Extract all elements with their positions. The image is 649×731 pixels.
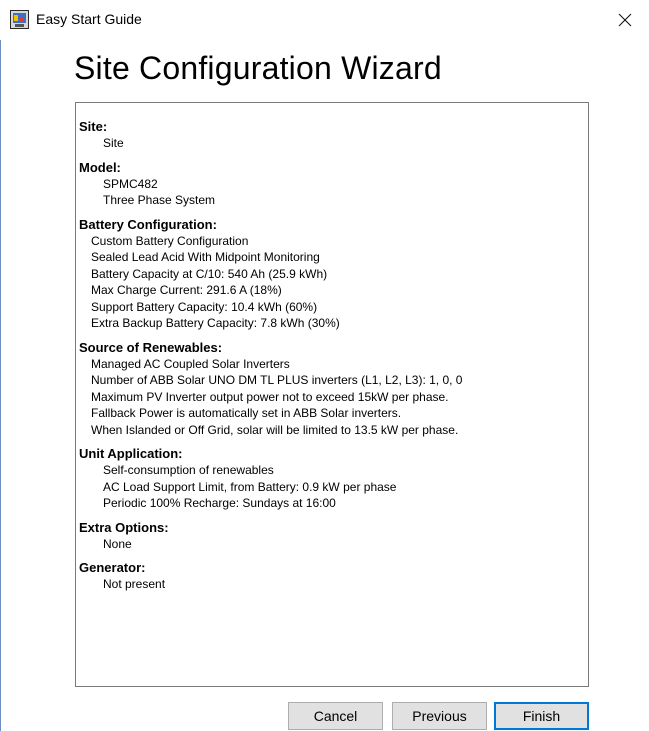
section-line: Self-consumption of renewables (103, 463, 274, 477)
close-icon (618, 13, 632, 27)
section-line: Three Phase System (103, 193, 216, 207)
section-title: Battery Configuration: (79, 216, 217, 232)
configuration-summary: Site: Site Model: SPMC482 Three Phase Sy… (75, 102, 589, 687)
section-battery: Battery Configuration: Custom Battery Co… (79, 217, 588, 332)
section-line: SPMC482 (103, 176, 158, 191)
section-line: Fallback Power is automatically set in A… (91, 406, 402, 420)
section-unit-application: Unit Application: Self-consumption of re… (79, 446, 588, 512)
section-title: Site: (79, 119, 108, 134)
page-title: Site Configuration Wizard (74, 50, 442, 86)
section-line: Battery Capacity at C/10: 540 Ah (25.9 k… (91, 266, 328, 281)
previous-button[interactable]: Previous (392, 702, 487, 730)
section-line: None (103, 536, 132, 551)
section-line: Max Charge Current: 291.6 A (18%) (91, 283, 282, 297)
section-title: Unit Application: (79, 446, 183, 461)
section-title: Generator: (79, 560, 146, 575)
section-line: Not present (103, 577, 166, 591)
section-extra-options: Extra Options: None (79, 520, 588, 553)
section-title: Extra Options: (79, 519, 169, 535)
section-line: Maximum PV Inverter output power not to … (91, 389, 449, 404)
close-button[interactable] (605, 4, 645, 36)
finish-button[interactable]: Finish (494, 702, 589, 730)
section-line: Managed AC Coupled Solar Inverters (91, 356, 290, 371)
title-bar: Easy Start Guide (0, 0, 649, 40)
section-line: When Islanded or Off Grid, solar will be… (91, 422, 459, 437)
section-model: Model: SPMC482 Three Phase System (79, 160, 588, 209)
section-line: Support Battery Capacity: 10.4 kWh (60%) (91, 299, 318, 314)
section-renewables: Source of Renewables: Managed AC Coupled… (79, 340, 588, 439)
section-line: Sealed Lead Acid With Midpoint Monitorin… (91, 250, 320, 264)
window-title: Easy Start Guide (36, 11, 142, 27)
app-icon (10, 10, 29, 29)
section-generator: Generator: Not present (79, 560, 588, 593)
cancel-button[interactable]: Cancel (288, 702, 383, 730)
section-title: Source of Renewables: (79, 339, 223, 355)
section-title: Model: (79, 159, 121, 175)
section-line: Periodic 100% Recharge: Sundays at 16:00 (103, 496, 336, 510)
section-line: Number of ABB Solar UNO DM TL PLUS inver… (91, 373, 463, 387)
section-line: AC Load Support Limit, from Battery: 0.9… (103, 479, 397, 494)
section-site: Site: Site (79, 119, 588, 152)
section-line: Custom Battery Configuration (91, 233, 249, 248)
section-line: Site (103, 136, 124, 150)
section-line: Extra Backup Battery Capacity: 7.8 kWh (… (91, 316, 340, 330)
